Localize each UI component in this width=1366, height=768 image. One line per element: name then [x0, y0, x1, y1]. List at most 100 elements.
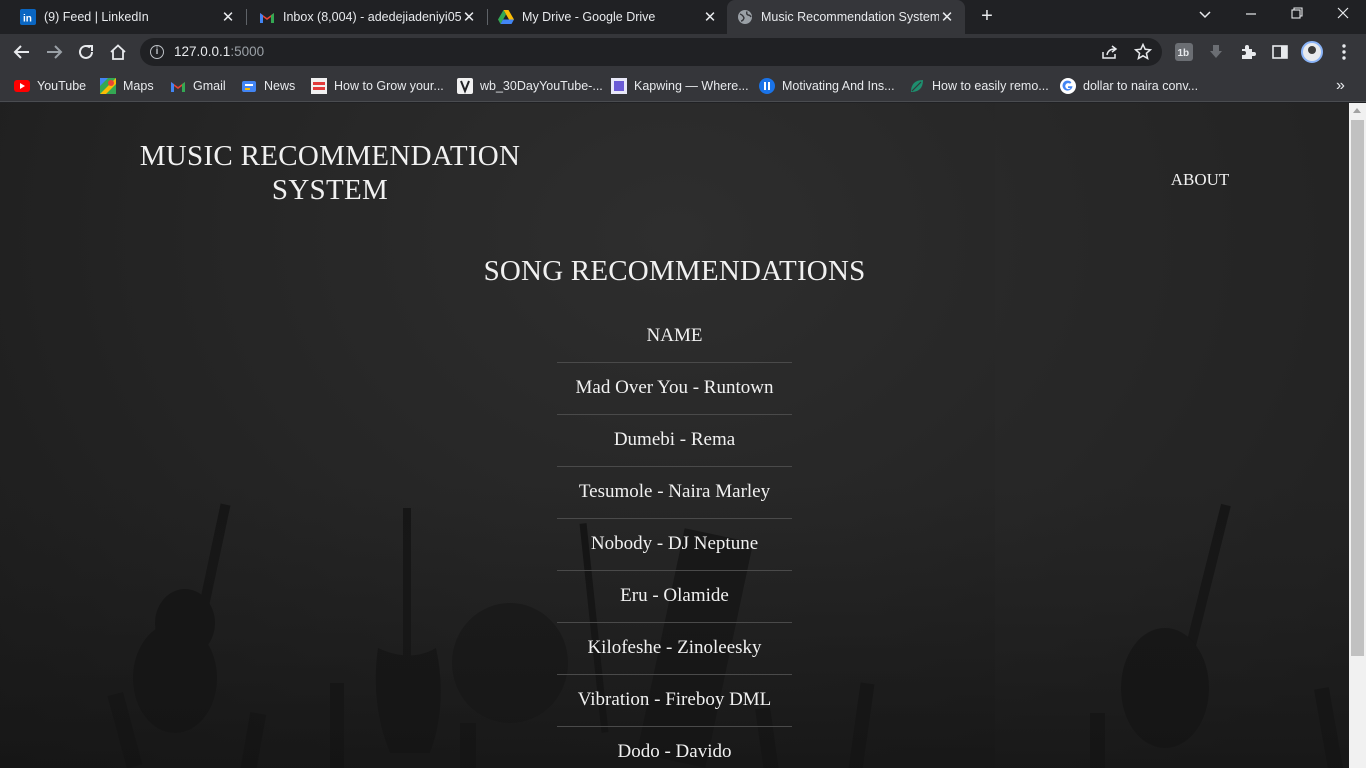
tab-title: Inbox (8,004) - adedejiadeniyi055@ [283, 10, 461, 24]
url-host: 127.0.0.1 [174, 44, 231, 59]
bookmark-label: Kapwing — Where... [634, 79, 749, 93]
gmail-icon [259, 9, 275, 25]
bookmark-label: YouTube [37, 79, 87, 93]
bookmark-label: Maps [123, 79, 154, 93]
download-extension-icon[interactable] [1204, 40, 1228, 64]
tab-music-recommendation[interactable]: Music Recommendation System ✕ [727, 0, 965, 34]
close-tab-icon[interactable]: ✕ [939, 8, 955, 26]
svg-text:1b: 1b [1178, 48, 1190, 59]
kapwing-icon [611, 78, 627, 94]
bookmark-label: News [264, 79, 296, 93]
bookmark-label: Motivating And Ins... [782, 79, 895, 93]
url-port: :5000 [230, 44, 265, 59]
tab-gmail[interactable]: Inbox (8,004) - adedejiadeniyi055@ ✕ [239, 0, 487, 34]
bookmark-leaf-icon [909, 78, 925, 94]
column-header-name: NAME [646, 324, 703, 346]
song-cell: Dumebi - Rema [557, 413, 792, 466]
page-viewport: MUSIC RECOMMENDATION SYSTEM ABOUT SONG R… [0, 103, 1349, 768]
close-tab-icon[interactable]: ✕ [461, 8, 477, 26]
close-tab-icon[interactable]: ✕ [220, 8, 236, 26]
bookmark-motivating[interactable]: Motivating And Ins... [759, 76, 895, 96]
svg-text:in: in [23, 14, 32, 25]
extension-1b-icon[interactable]: 1b [1172, 40, 1196, 64]
tab-strip: in (9) Feed | LinkedIn ✕ Inbox (8,004) -… [0, 0, 1366, 34]
song-cell: Kilofeshe - Zinoleesky [557, 621, 792, 674]
table-row: Dodo - Davido [557, 725, 792, 768]
bookmark-kapwing[interactable]: Kapwing — Where... [611, 76, 749, 96]
address-url[interactable]: 127.0.0.1:5000 [174, 44, 264, 59]
news-icon [241, 78, 257, 94]
song-cell: Nobody - DJ Neptune [557, 517, 792, 570]
google-icon [1060, 78, 1076, 94]
table-row: Mad Over You - Runtown [557, 361, 792, 414]
tab-title: (9) Feed | LinkedIn [44, 10, 149, 24]
tab-title: My Drive - Google Drive [522, 10, 656, 24]
site-title-line-2: SYSTEM [271, 174, 389, 206]
reload-icon[interactable] [74, 40, 98, 64]
forward-arrow-icon[interactable] [42, 40, 66, 64]
close-window-icon[interactable] [1328, 4, 1358, 26]
table-header-row: NAME [557, 310, 792, 362]
new-tab-button[interactable]: + [976, 5, 998, 27]
tab-title: Music Recommendation System [761, 10, 939, 24]
recommendations-table: NAME Mad Over You - Runtown Dumebi - Rem… [557, 310, 792, 768]
back-arrow-icon[interactable] [10, 40, 34, 64]
kebab-menu-icon[interactable] [1332, 40, 1356, 64]
scroll-up-arrow-icon[interactable] [1353, 108, 1361, 113]
bookmark-youtube[interactable]: YouTube [14, 76, 86, 96]
restore-icon[interactable] [1282, 4, 1312, 26]
bookmark-star-icon[interactable] [1133, 42, 1153, 62]
site-title[interactable]: MUSIC RECOMMENDATION SYSTEM [120, 139, 540, 207]
address-bar[interactable]: i 127.0.0.1:5000 [140, 38, 1162, 66]
google-drive-icon [498, 9, 514, 25]
extensions-puzzle-icon[interactable] [1236, 40, 1260, 64]
table-row: Dumebi - Rema [557, 413, 792, 466]
table-row: Nobody - DJ Neptune [557, 517, 792, 570]
bookmark-circle-icon [759, 78, 775, 94]
scrollbar-thumb[interactable] [1351, 120, 1364, 656]
bookmark-label: How to easily remo... [932, 79, 1049, 93]
song-cell: Tesumole - Naira Marley [557, 465, 792, 518]
linkedin-icon: in [20, 9, 36, 25]
gmail-icon [170, 78, 186, 94]
bookmark-label: dollar to naira conv... [1083, 79, 1199, 93]
page-scrollbar[interactable] [1349, 103, 1366, 768]
side-panel-icon[interactable] [1268, 40, 1292, 64]
nav-about-link[interactable]: ABOUT [1160, 170, 1240, 190]
bookmark-wb-30day[interactable]: wb_30DayYouTube-... [457, 76, 603, 96]
youtube-icon [14, 78, 30, 94]
table-row: Kilofeshe - Zinoleesky [557, 621, 792, 674]
maps-icon [100, 78, 116, 94]
bookmark-how-to-easily[interactable]: How to easily remo... [909, 76, 1049, 96]
bookmarks-bar: YouTube Maps Gmail News How to Grow your… [0, 70, 1366, 102]
table-row: Vibration - Fireboy DML [557, 673, 792, 726]
bookmark-label: wb_30DayYouTube-... [480, 79, 603, 93]
tab-linkedin[interactable]: in (9) Feed | LinkedIn ✕ [0, 0, 246, 34]
home-icon[interactable] [106, 40, 130, 64]
browser-toolbar: i 127.0.0.1:5000 1b [0, 34, 1366, 70]
bookmark-gmail[interactable]: Gmail [170, 76, 226, 96]
tab-google-drive[interactable]: My Drive - Google Drive ✕ [478, 0, 728, 34]
tab-search-chevron-icon[interactable] [1190, 4, 1220, 26]
close-tab-icon[interactable]: ✕ [702, 8, 718, 26]
share-icon[interactable] [1100, 42, 1120, 62]
site-info-icon[interactable]: i [150, 45, 164, 59]
recommendations-heading: SONG RECOMMENDATIONS [483, 255, 866, 287]
bookmark-maps[interactable]: Maps [100, 76, 154, 96]
profile-avatar[interactable] [1301, 41, 1323, 63]
song-cell: Dodo - Davido [557, 725, 792, 768]
song-cell: Eru - Olamide [557, 569, 792, 622]
minimize-icon[interactable] [1236, 4, 1266, 26]
song-cell: Vibration - Fireboy DML [557, 673, 792, 726]
more-bookmarks-chevron-icon[interactable]: » [1336, 76, 1345, 96]
site-title-line-1: MUSIC RECOMMENDATION [139, 140, 521, 172]
globe-icon [737, 9, 753, 25]
table-row: Eru - Olamide [557, 569, 792, 622]
bookmark-label: Gmail [193, 79, 226, 93]
bookmark-how-to-grow[interactable]: How to Grow your... [311, 76, 444, 96]
song-cell: Mad Over You - Runtown [557, 361, 792, 414]
bookmark-news[interactable]: News [241, 76, 295, 96]
bookmark-dollar-to-naira[interactable]: dollar to naira conv... [1060, 76, 1198, 96]
bookmark-label: How to Grow your... [334, 79, 444, 93]
table-row: Tesumole - Naira Marley [557, 465, 792, 518]
